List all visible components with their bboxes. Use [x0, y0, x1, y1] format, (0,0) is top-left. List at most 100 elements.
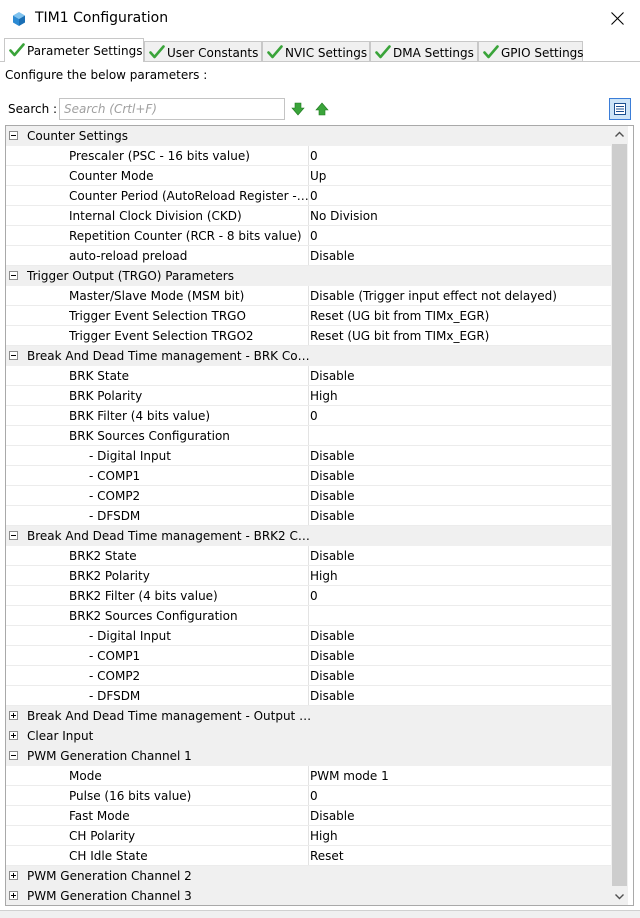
- parameter-value[interactable]: High: [308, 569, 610, 583]
- tree-group-row[interactable]: Break And Dead Time management - BRK2 Co…: [6, 526, 611, 546]
- parameter-row[interactable]: - COMP1 Disable: [6, 466, 611, 486]
- expand-icon[interactable]: [9, 711, 18, 720]
- close-button[interactable]: [600, 4, 636, 34]
- tree-group-row[interactable]: PWM Generation Channel 3: [6, 886, 611, 905]
- search-previous-button[interactable]: [315, 102, 329, 116]
- tree-group-row[interactable]: Break And Dead Time management - BRK Con…: [6, 346, 611, 366]
- collapse-icon[interactable]: [9, 351, 18, 360]
- title-bar: TIM1 Configuration: [0, 0, 640, 38]
- view-toggle-button[interactable]: [609, 98, 631, 120]
- parameter-row[interactable]: CH Polarity High: [6, 826, 611, 846]
- parameter-value[interactable]: Disable: [308, 629, 610, 643]
- parameter-row[interactable]: - COMP1 Disable: [6, 646, 611, 666]
- parameter-value[interactable]: Reset (UG bit from TIMx_EGR): [308, 329, 610, 343]
- parameter-name: Trigger Event Selection TRGO: [69, 309, 246, 323]
- scroll-up-button[interactable]: [611, 126, 628, 143]
- parameter-value[interactable]: High: [308, 389, 610, 403]
- parameter-value[interactable]: Disable: [308, 249, 610, 263]
- vertical-scrollbar[interactable]: [611, 126, 628, 905]
- parameter-row[interactable]: - DFSDM Disable: [6, 506, 611, 526]
- plus-stroke: [13, 873, 14, 878]
- parameter-row[interactable]: Internal Clock Division (CKD) No Division: [6, 206, 611, 226]
- tab-dma-settings[interactable]: DMA Settings: [370, 41, 478, 61]
- scroll-thumb[interactable]: [612, 144, 627, 886]
- parameter-row[interactable]: - DFSDM Disable: [6, 686, 611, 706]
- parameter-value[interactable]: 0: [308, 789, 610, 803]
- parameter-row[interactable]: Trigger Event Selection TRGO Reset (UG bi…: [6, 306, 611, 326]
- tree-group-row[interactable]: Break And Dead Time management - Output …: [6, 706, 611, 726]
- parameter-row[interactable]: - COMP2 Disable: [6, 666, 611, 686]
- collapse-icon[interactable]: [9, 531, 18, 540]
- parameter-name: Counter Period (AutoReload Register - ..…: [69, 189, 309, 203]
- search-input[interactable]: [59, 98, 285, 120]
- parameter-value[interactable]: Disable: [308, 669, 610, 683]
- group-label: Break And Dead Time management - Output …: [27, 709, 312, 723]
- parameter-value[interactable]: Reset: [308, 849, 610, 863]
- parameter-value[interactable]: Disable: [308, 369, 610, 383]
- parameter-row[interactable]: - Digital Input Disable: [6, 626, 611, 646]
- parameter-row[interactable]: BRK Filter (4 bits value) 0: [6, 406, 611, 426]
- parameter-value[interactable]: Disable: [308, 449, 610, 463]
- tab-nvic-settings[interactable]: NVIC Settings: [262, 41, 370, 61]
- collapse-icon[interactable]: [9, 271, 18, 280]
- checkmark-icon: [267, 45, 283, 59]
- parameter-value[interactable]: 0: [308, 149, 610, 163]
- collapse-icon[interactable]: [9, 751, 18, 760]
- expand-icon[interactable]: [9, 871, 18, 880]
- parameter-row[interactable]: BRK2 Sources Configuration: [6, 606, 611, 626]
- parameter-row[interactable]: BRK2 Polarity High: [6, 566, 611, 586]
- tree-group-row[interactable]: PWM Generation Channel 1: [6, 746, 611, 766]
- tree-group-row[interactable]: PWM Generation Channel 2: [6, 866, 611, 886]
- parameter-value[interactable]: High: [308, 829, 610, 843]
- tree-group-row[interactable]: Clear Input: [6, 726, 611, 746]
- scroll-down-button[interactable]: [611, 888, 628, 905]
- parameter-row[interactable]: BRK Sources Configuration: [6, 426, 611, 446]
- parameter-row[interactable]: Master/Slave Mode (MSM bit) Disable (Trig…: [6, 286, 611, 306]
- parameter-value[interactable]: Disable: [308, 689, 610, 703]
- parameter-row[interactable]: Fast Mode Disable: [6, 806, 611, 826]
- tree-group-row[interactable]: Trigger Output (TRGO) Parameters: [6, 266, 611, 286]
- parameter-value[interactable]: 0: [308, 409, 610, 423]
- parameter-value[interactable]: Disable: [308, 549, 610, 563]
- parameter-value[interactable]: Disable: [308, 649, 610, 663]
- parameter-row[interactable]: - COMP2 Disable: [6, 486, 611, 506]
- parameter-value[interactable]: Disable: [308, 509, 610, 523]
- parameter-row[interactable]: BRK State Disable: [6, 366, 611, 386]
- parameter-row[interactable]: Prescaler (PSC - 16 bits value) 0: [6, 146, 611, 166]
- parameter-row[interactable]: BRK Polarity High: [6, 386, 611, 406]
- tree-group-row[interactable]: Counter Settings: [6, 126, 611, 146]
- parameter-value[interactable]: Disable: [308, 489, 610, 503]
- parameter-row[interactable]: - Digital Input Disable: [6, 446, 611, 466]
- parameter-row[interactable]: Repetition Counter (RCR - 8 bits value) 0: [6, 226, 611, 246]
- parameter-value[interactable]: Up: [308, 169, 610, 183]
- tab-parameter-settings[interactable]: Parameter Settings: [4, 38, 144, 62]
- search-next-button[interactable]: [291, 102, 305, 116]
- parameter-row[interactable]: BRK2 Filter (4 bits value) 0: [6, 586, 611, 606]
- plus-stroke: [13, 893, 14, 898]
- parameter-value[interactable]: 0: [308, 589, 610, 603]
- parameter-value[interactable]: Disable: [308, 469, 610, 483]
- parameter-row[interactable]: Counter Mode Up: [6, 166, 611, 186]
- parameter-value[interactable]: PWM mode 1: [308, 769, 610, 783]
- parameter-value[interactable]: Disable (Trigger input effect not delaye…: [308, 289, 610, 303]
- parameter-value[interactable]: 0: [308, 229, 610, 243]
- parameter-value[interactable]: 0: [308, 189, 610, 203]
- parameter-value[interactable]: Reset (UG bit from TIMx_EGR): [308, 309, 610, 323]
- parameter-row[interactable]: CH Idle State Reset: [6, 846, 611, 866]
- parameter-row[interactable]: Counter Period (AutoReload Register - ..…: [6, 186, 611, 206]
- tab-user-constants[interactable]: User Constants: [144, 41, 262, 61]
- expand-icon[interactable]: [9, 891, 18, 900]
- collapse-icon[interactable]: [9, 131, 18, 140]
- group-label: Break And Dead Time management - BRK2 Co…: [27, 529, 312, 543]
- parameter-row[interactable]: Pulse (16 bits value) 0: [6, 786, 611, 806]
- parameter-value[interactable]: Disable: [308, 809, 610, 823]
- checkmark-icon: [9, 43, 25, 57]
- parameter-row[interactable]: BRK2 State Disable: [6, 546, 611, 566]
- parameter-row[interactable]: Mode PWM mode 1: [6, 766, 611, 786]
- parameter-name: - Digital Input: [89, 449, 171, 463]
- tab-gpio-settings[interactable]: GPIO Settings: [478, 41, 584, 61]
- expand-icon[interactable]: [9, 731, 18, 740]
- parameter-row[interactable]: auto-reload preload Disable: [6, 246, 611, 266]
- parameter-value[interactable]: No Division: [308, 209, 610, 223]
- parameter-row[interactable]: Trigger Event Selection TRGO2 Reset (UG b…: [6, 326, 611, 346]
